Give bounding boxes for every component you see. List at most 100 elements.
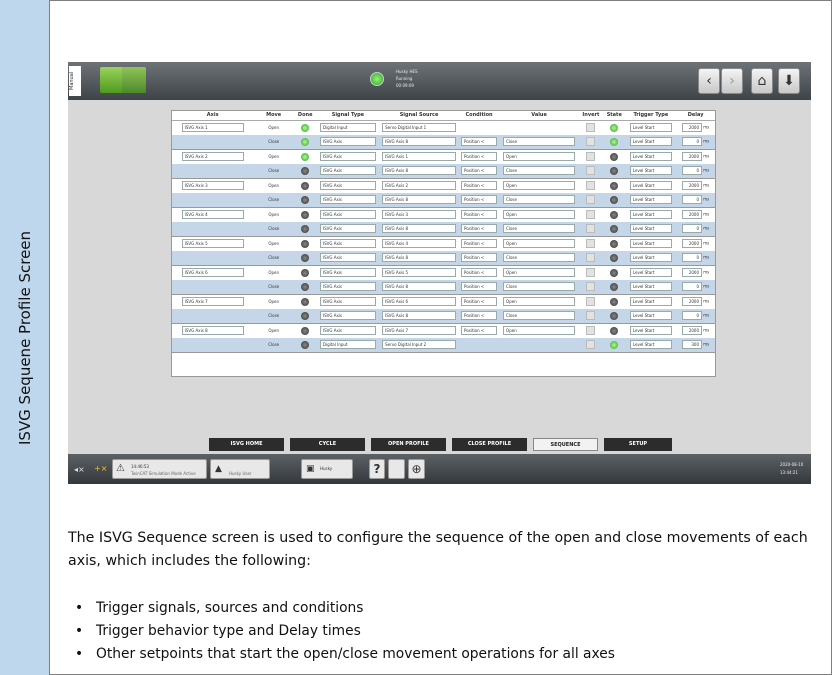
condition-field[interactable]: Position < [461, 181, 498, 190]
signal-type-field[interactable]: ISVG Axis [319, 210, 376, 219]
invert-checkbox[interactable] [586, 311, 596, 320]
condition-field[interactable]: Position < [461, 239, 498, 248]
value-field[interactable]: Open [503, 268, 576, 277]
signal-source-field[interactable]: Servo Digital Input 1 [382, 123, 457, 132]
value-field[interactable]: Close [503, 253, 576, 262]
axis-name-field[interactable]: ISVG Axis 1 [181, 123, 244, 132]
signal-type-field[interactable]: ISVG Axis [319, 282, 376, 291]
signal-type-field[interactable]: ISVG Axis [319, 152, 376, 161]
signal-type-field[interactable]: ISVG Axis [319, 268, 376, 277]
trigger-type-field[interactable]: Level Start [629, 166, 672, 175]
trigger-type-field[interactable]: Level Start [629, 224, 672, 233]
axis-name-field[interactable]: ISVG Axis 5 [181, 239, 244, 248]
trigger-type-field[interactable]: Level Start [629, 195, 672, 204]
signal-source-field[interactable]: ISVG Axis 5 [382, 268, 457, 277]
value-field[interactable]: Open [503, 326, 576, 335]
signal-source-field[interactable]: ISVG Axis 8 [382, 166, 457, 175]
invert-checkbox[interactable] [586, 181, 596, 190]
condition-field[interactable]: Position < [461, 282, 498, 291]
delay-field[interactable]: 0 [682, 166, 702, 175]
invert-checkbox[interactable] [586, 195, 596, 204]
value-field[interactable]: Open [503, 239, 576, 248]
signal-type-field[interactable]: ISVG Axis [319, 253, 376, 262]
delay-field[interactable]: 2000 [682, 268, 702, 277]
delay-field[interactable]: 2000 [682, 181, 702, 190]
download-button[interactable]: ⬇ [778, 68, 800, 94]
invert-checkbox[interactable] [586, 340, 596, 349]
axis-name-field[interactable]: ISVG Axis 4 [181, 210, 244, 219]
signal-type-field[interactable]: ISVG Axis [319, 224, 376, 233]
mute-icon[interactable]: ◂× [74, 465, 85, 474]
tab-sequence[interactable]: SEQUENCE [533, 438, 598, 451]
home-button[interactable]: ⌂ [751, 68, 773, 94]
delay-field[interactable]: 2000 [682, 123, 702, 132]
condition-field[interactable]: Position < [461, 326, 498, 335]
trigger-type-field[interactable]: Level Start [629, 297, 672, 306]
signal-type-field[interactable]: ISVG Axis [319, 195, 376, 204]
axis-name-field[interactable]: ISVG Axis 7 [181, 297, 244, 306]
trigger-type-field[interactable]: Level Start [629, 210, 672, 219]
value-field[interactable]: Open [503, 181, 576, 190]
trigger-type-field[interactable]: Level Start [629, 152, 672, 161]
axis-name-field[interactable]: ISVG Axis 2 [181, 152, 244, 161]
signal-source-field[interactable]: ISVG Axis 8 [382, 253, 457, 262]
signal-source-field[interactable]: ISVG Axis 8 [382, 311, 457, 320]
signal-source-field[interactable]: Servo Digital Input 2 [382, 340, 457, 349]
machine-icon[interactable] [122, 67, 146, 93]
signal-source-field[interactable]: ISVG Axis 8 [382, 224, 457, 233]
signal-type-field[interactable]: ISVG Axis [319, 311, 376, 320]
signal-type-field[interactable]: ISVG Axis [319, 166, 376, 175]
tab-isvg-home[interactable]: ISVG HOME [209, 438, 284, 451]
condition-field[interactable]: Position < [461, 224, 498, 233]
invert-checkbox[interactable] [586, 268, 596, 277]
trigger-type-field[interactable]: Level Start [629, 311, 672, 320]
delay-field[interactable]: 2000 [682, 152, 702, 161]
signal-source-field[interactable]: ISVG Axis 4 [382, 239, 457, 248]
signal-source-field[interactable]: ISVG Axis 2 [382, 181, 457, 190]
tab-setup[interactable]: SETUP [604, 438, 672, 451]
tab-cycle[interactable]: CYCLE [290, 438, 365, 451]
signal-type-field[interactable]: ISVG Axis [319, 239, 376, 248]
signal-type-field[interactable]: ISVG Axis [319, 181, 376, 190]
value-field[interactable]: Close [503, 137, 576, 146]
condition-field[interactable]: Position < [461, 268, 498, 277]
machine-button[interactable]: ▣ Husky [301, 459, 353, 479]
alarm-reset-icon[interactable]: +× [94, 464, 107, 473]
condition-field[interactable]: Position < [461, 152, 498, 161]
trigger-type-field[interactable]: Level Start [629, 239, 672, 248]
alarm-banner[interactable]: ⚠ 14:46:53 TwinCAT Simulation Mode Activ… [112, 459, 207, 479]
signal-source-field[interactable]: ISVG Axis 3 [382, 210, 457, 219]
invert-checkbox[interactable] [586, 152, 596, 161]
signal-type-field[interactable]: Digital Input [319, 123, 376, 132]
value-field[interactable]: Close [503, 166, 576, 175]
condition-field[interactable]: Position < [461, 297, 498, 306]
signal-source-field[interactable]: ISVG Axis 8 [382, 195, 457, 204]
condition-field[interactable]: Position < [461, 311, 498, 320]
tab-close-profile[interactable]: CLOSE PROFILE [452, 438, 527, 451]
globe-icon[interactable]: ⊕ [408, 459, 425, 479]
invert-checkbox[interactable] [586, 166, 596, 175]
signal-source-field[interactable]: ISVG Axis 6 [382, 297, 457, 306]
back-button[interactable]: ‹ [698, 68, 720, 94]
delay-field[interactable]: 2000 [682, 210, 702, 219]
axis-name-field[interactable]: ISVG Axis 8 [181, 326, 244, 335]
trigger-type-field[interactable]: Level Start [629, 268, 672, 277]
invert-checkbox[interactable] [586, 137, 596, 146]
condition-field[interactable]: Position < [461, 137, 498, 146]
delay-field[interactable]: 2000 [682, 297, 702, 306]
tab-open-profile[interactable]: OPEN PROFILE [371, 438, 446, 451]
value-field[interactable]: Close [503, 224, 576, 233]
trigger-type-field[interactable]: Level Start [629, 181, 672, 190]
condition-field[interactable]: Position < [461, 166, 498, 175]
trigger-type-field[interactable]: Level Start [629, 340, 672, 349]
screens-icon[interactable] [388, 459, 405, 479]
invert-checkbox[interactable] [586, 123, 596, 132]
trigger-type-field[interactable]: Level Start [629, 282, 672, 291]
trigger-type-field[interactable]: Level Start [629, 326, 672, 335]
invert-checkbox[interactable] [586, 210, 596, 219]
signal-source-field[interactable]: ISVG Axis 1 [382, 152, 457, 161]
delay-field[interactable]: 300 [682, 340, 702, 349]
delay-field[interactable]: 0 [682, 253, 702, 262]
trigger-type-field[interactable]: Level Start [629, 123, 672, 132]
delay-field[interactable]: 0 [682, 282, 702, 291]
